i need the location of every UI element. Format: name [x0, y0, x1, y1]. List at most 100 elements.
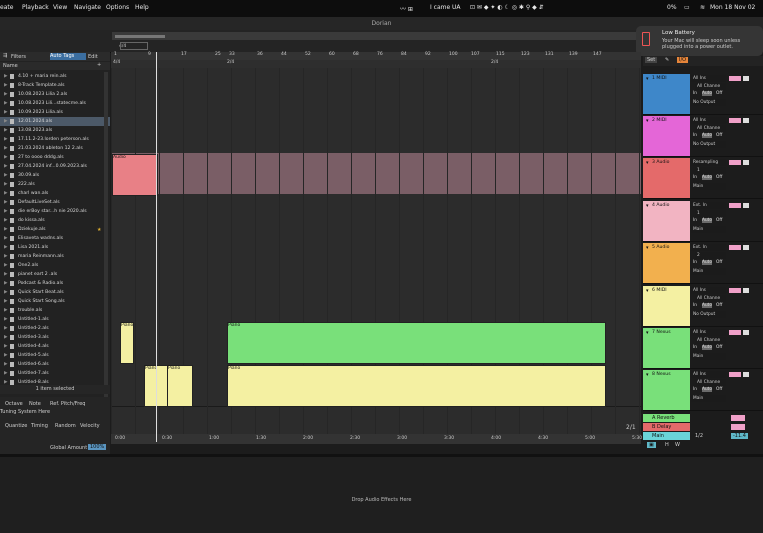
output-select[interactable]: Main — [691, 353, 726, 360]
browser-file-row[interactable]: ▶ 13.08.2023.als — [0, 126, 110, 135]
track-volume[interactable] — [729, 372, 741, 377]
browser-file-row[interactable]: ▶ 12.01.2024.als — [0, 117, 110, 126]
monitor-off[interactable]: Off — [716, 303, 722, 308]
expand-arrow-icon[interactable]: ▶ — [4, 315, 8, 324]
monitor-auto[interactable]: Auto — [702, 345, 712, 350]
track-activator[interactable] — [743, 330, 749, 335]
expand-arrow-icon[interactable]: ▶ — [4, 279, 8, 288]
browser-file-row[interactable]: ▶ Untitled-1.als — [0, 315, 110, 324]
monitor-in[interactable]: In — [693, 218, 697, 223]
input-type-select[interactable]: All Ins — [691, 75, 726, 82]
output-select[interactable]: No Output — [691, 99, 726, 106]
menu-view[interactable]: View — [53, 4, 67, 11]
track-lane[interactable] — [111, 68, 641, 111]
track-header[interactable]: 5 Audio — [643, 243, 690, 283]
time-ruler[interactable]: 0:00 0:30 1:00 1:30 2:00 2:30 3:00 3:30 4:00 4:30… — [111, 434, 642, 444]
track-fold-icon[interactable]: ▾ — [646, 203, 649, 209]
zoom-in-button[interactable]: ▣ — [647, 442, 656, 448]
menu-extra-icons[interactable]: ⊡ ✉ ◆ ✦ ◐ ☾ ◎ ✱ ⚲ ◆ ⇵ — [470, 4, 544, 11]
expand-arrow-icon[interactable]: ▶ — [4, 297, 8, 306]
browser-file-row[interactable]: ▶ 30.09.als — [0, 171, 110, 180]
mixer-track[interactable]: 1 MIDI ▾ All Ins All Channe In Auto Off No Outp… — [643, 74, 763, 115]
expand-arrow-icon[interactable]: ▶ — [4, 225, 8, 234]
expand-arrow-icon[interactable]: ▶ — [4, 126, 8, 135]
monitor-off[interactable]: Off — [716, 175, 722, 180]
browser-column-header[interactable]: Name + — [0, 62, 110, 70]
h-button[interactable]: H — [665, 442, 669, 448]
browser-file-row[interactable]: ▶ 4.10 + maria rein.als — [0, 72, 110, 81]
wifi-icon[interactable]: ≋ — [700, 4, 705, 11]
return-track-b[interactable]: B Delay — [643, 423, 763, 432]
edit-button[interactable]: Edit — [88, 54, 98, 60]
browser-file-row[interactable]: ▶ Podcast & Radio.als — [0, 279, 110, 288]
filters-button[interactable]: Filters — [11, 54, 26, 60]
track-volume[interactable] — [729, 245, 741, 250]
track-header[interactable]: 7 Nexus — [643, 328, 690, 368]
track-lane[interactable] — [111, 279, 641, 322]
monitor-off[interactable]: Off — [716, 387, 722, 392]
locator-lane[interactable]: 4/4 2/4 2/4 — [111, 60, 641, 68]
browser-file-row[interactable]: ▶ Elisaveta wadns.als — [0, 234, 110, 243]
mixer-track[interactable]: 5 Audio ▾ Ext. In 2 In Auto Off Main — [643, 243, 763, 284]
expand-arrow-icon[interactable]: ▶ — [4, 216, 8, 225]
expand-arrow-icon[interactable]: ▶ — [4, 234, 8, 243]
global-amount-value[interactable]: 100% — [88, 444, 107, 450]
pencil-icon[interactable]: ✎ — [665, 57, 669, 63]
input-channel-select[interactable]: 2 — [695, 252, 726, 259]
status-battery[interactable]: 0% — [667, 4, 677, 11]
return-b-send[interactable] — [731, 424, 745, 430]
zoom-ratio[interactable]: 2/1 — [626, 424, 636, 431]
clip[interactable]: Piano — [167, 365, 193, 407]
track-fold-icon[interactable]: ▾ — [646, 245, 649, 251]
status-user[interactable]: I came — [430, 4, 450, 11]
output-select[interactable]: No Output — [691, 141, 726, 148]
input-channel-select[interactable]: All Channe — [695, 337, 726, 344]
input-channel-select[interactable]: All Channe — [695, 83, 726, 90]
monitor-auto[interactable]: Auto — [702, 218, 712, 223]
expand-arrow-icon[interactable]: ▶ — [4, 333, 8, 342]
browser-file-row[interactable]: ▶ Quick Start Song.als — [0, 297, 110, 306]
track-lane[interactable] — [111, 237, 641, 280]
browser-file-row[interactable]: ▶ 10.08.2023 Lili...statecme.als — [0, 99, 110, 108]
clip[interactable]: Audio — [112, 154, 158, 196]
master-volume[interactable]: -11.4 — [731, 433, 748, 439]
expand-arrow-icon[interactable]: ▶ — [4, 351, 8, 360]
browser-file-row[interactable]: ▶ 8-Track Template.als — [0, 81, 110, 90]
tab-note[interactable]: Note — [29, 401, 41, 407]
track-fold-icon[interactable]: ▾ — [646, 330, 649, 336]
expand-arrow-icon[interactable]: ▶ — [4, 261, 8, 270]
expand-arrow-icon[interactable]: ▶ — [4, 72, 8, 81]
input-type-select[interactable]: Ext. In — [691, 202, 726, 209]
return-a-header[interactable]: A Reverb — [643, 414, 690, 422]
master-ratio[interactable]: 1/2 — [695, 433, 703, 439]
mixer-track[interactable]: 6 MIDI ▾ All Ins All Channe In Auto Off No Outp… — [643, 286, 763, 327]
track-fold-icon[interactable]: ▾ — [646, 76, 649, 82]
tab-velocity[interactable]: Velocity — [80, 423, 100, 429]
track-volume[interactable] — [729, 160, 741, 165]
return-a-send[interactable] — [731, 415, 745, 421]
mixer-track[interactable]: 2 MIDI ▾ All Ins All Channe In Auto Off No Outp… — [643, 116, 763, 157]
browser-file-row[interactable]: ▶ maria Reinmann.als — [0, 252, 110, 261]
output-select[interactable]: Main — [691, 268, 726, 275]
output-select[interactable]: Main — [691, 395, 726, 402]
browser-file-row[interactable]: ▶ 21.03.2024 ableton 12 2.als — [0, 144, 110, 153]
expand-arrow-icon[interactable]: ▶ — [4, 288, 8, 297]
track-volume[interactable] — [729, 330, 741, 335]
input-type-select[interactable]: All Ins — [691, 117, 726, 124]
output-select[interactable]: No Output — [691, 311, 726, 318]
browser-file-row[interactable]: ▶ Untitled-4.als — [0, 342, 110, 351]
auto-tags-button[interactable]: Auto Tags — [50, 53, 86, 60]
monitor-off[interactable]: Off — [716, 91, 722, 96]
browser-file-row[interactable]: ▶ charl wan.als — [0, 189, 110, 198]
browser-file-row[interactable]: ▶ Lisa 2021.als — [0, 243, 110, 252]
browser-file-row[interactable]: ▶ Quick Start Beat.als — [0, 288, 110, 297]
monitor-in[interactable]: In — [693, 387, 697, 392]
menu-options[interactable]: Options — [106, 4, 129, 11]
tab-ref-pitch[interactable]: Ref. Pitch/Freq — [50, 401, 85, 407]
bar-ruler[interactable]: 1 9 17 25 33 36 44 52 60 68 76 84 92 100 107 115 123 131 1… — [111, 52, 641, 60]
menu-create[interactable]: eate — [0, 4, 13, 11]
track-activator[interactable] — [743, 118, 749, 123]
expand-arrow-icon[interactable]: ▶ — [4, 207, 8, 216]
input-channel-select[interactable]: All Channe — [695, 125, 726, 132]
menu-navigate[interactable]: Navigate — [74, 4, 101, 11]
